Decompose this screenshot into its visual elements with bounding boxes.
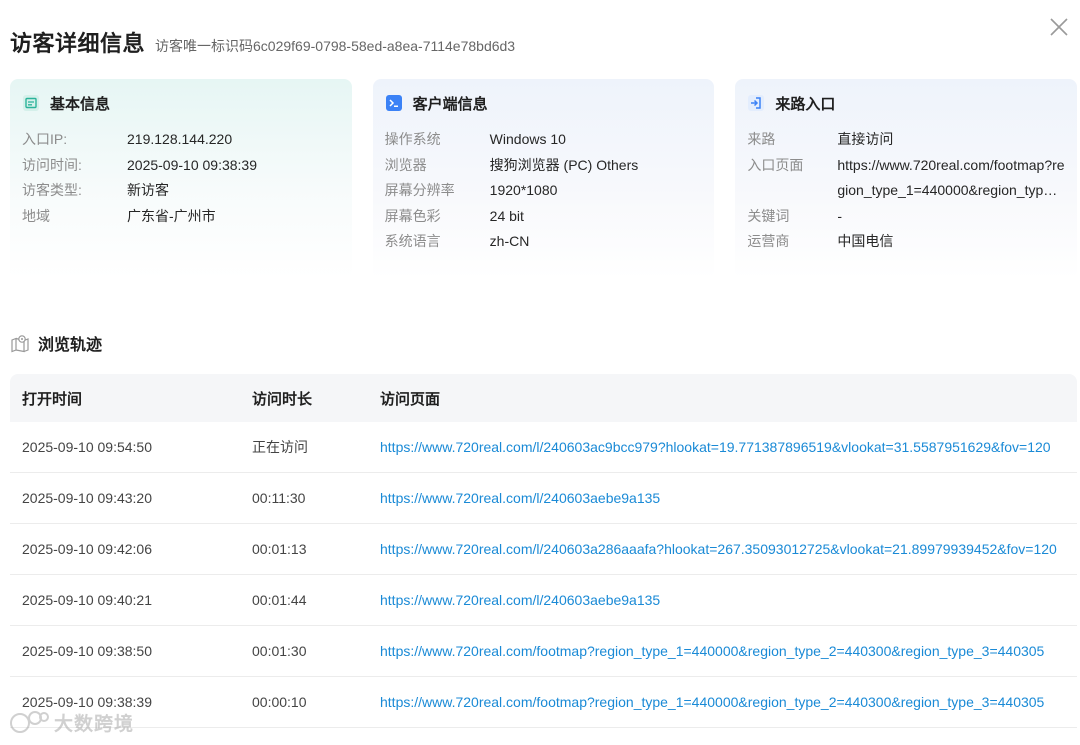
- client-info-header: 客户端信息: [385, 91, 703, 115]
- info-row: 屏幕色彩 24 bit: [385, 204, 703, 230]
- table-row: 2025-09-10 09:38:39 00:00:10 https://www…: [10, 677, 1077, 728]
- info-row: 浏览器 搜狗浏览器 (PC) Others: [385, 153, 703, 179]
- table-row: 2025-09-10 09:43:20 00:11:30 https://www…: [10, 473, 1077, 524]
- id-card-icon: [22, 94, 40, 112]
- terminal-icon: [385, 94, 403, 112]
- basic-info-title: 基本信息: [50, 95, 111, 113]
- entry-page-link[interactable]: https://www.720real.com/footmap?region_t…: [837, 153, 1065, 204]
- cell-page-link[interactable]: https://www.720real.com/footmap?region_t…: [368, 643, 1077, 659]
- watermark-text: 大数跨境: [54, 713, 135, 735]
- cell-page-link[interactable]: https://www.720real.com/l/240603a286aaaf…: [368, 541, 1077, 557]
- close-icon[interactable]: [1048, 16, 1070, 38]
- row-label: 运营商: [747, 233, 790, 250]
- column-page: 访问页面: [380, 390, 441, 408]
- cell-time: 2025-09-10 09:54:50: [22, 439, 152, 455]
- trail-section-header: 浏览轨迹: [10, 332, 102, 354]
- row-label: 来路: [747, 131, 776, 147]
- cell-duration: 00:11:30: [252, 490, 306, 506]
- info-cards: 基本信息 入口IP: 219.128.144.220 访问时间: 2025-09-1…: [10, 79, 1078, 279]
- cell-time: 2025-09-10 09:38:50: [22, 643, 152, 659]
- row-value: 新访客: [127, 182, 169, 199]
- info-row: 操作系统 Windows 10: [385, 127, 703, 153]
- row-label: 地域: [22, 207, 50, 224]
- source-info-header: 来路入口: [747, 91, 1065, 115]
- cell-duration: 00:01:30: [252, 643, 307, 659]
- map-pin-icon: [11, 335, 29, 353]
- trail-table: 打开时间 访问时长 访问页面 2025-09-10 09:54:50 正在访问 …: [10, 374, 1077, 728]
- row-label: 屏幕分辨率: [384, 182, 455, 199]
- table-row: 2025-09-10 09:40:21 00:01:44 https://www…: [10, 575, 1077, 626]
- row-value: 中国电信: [837, 233, 894, 250]
- table-row: 2025-09-10 09:54:50 正在访问 https://www.720…: [10, 422, 1077, 473]
- row-label: 入口IP:: [22, 131, 68, 147]
- cell-page-link[interactable]: https://www.720real.com/footmap?region_t…: [368, 694, 1077, 710]
- watermark-logo-icon: [10, 711, 49, 733]
- cell-time: 2025-09-10 09:43:20: [22, 490, 152, 506]
- visitor-id-label: 访客唯一标识码6c029f69-0798-58ed-a8ea-7114e78bd…: [155, 38, 516, 54]
- row-label: 屏幕色彩: [384, 207, 441, 224]
- watermark: 大数跨境: [8, 708, 134, 736]
- cell-time: 2025-09-10 09:42:06: [22, 541, 152, 557]
- info-row: 入口页面 https://www.720real.com/footmap?regi…: [747, 153, 1065, 204]
- source-info-title: 来路入口: [775, 95, 836, 113]
- info-row: 屏幕分辨率 1920*1080: [385, 178, 703, 204]
- row-label: 入口页面: [747, 156, 804, 173]
- row-value: Windows 10: [489, 131, 566, 147]
- info-row: 访客类型: 新访客: [22, 178, 340, 204]
- row-value: 24 bit: [489, 207, 524, 224]
- cell-duration: 00:01:13: [252, 541, 307, 557]
- basic-info-header: 基本信息: [22, 91, 340, 115]
- row-value: 219.128.144.220: [127, 131, 233, 147]
- info-row: 地域 广东省-广州市: [22, 204, 340, 230]
- row-value: 搜狗浏览器 (PC) Others: [489, 156, 639, 173]
- info-row: 系统语言 zh-CN: [385, 229, 703, 255]
- row-label: 浏览器: [384, 156, 427, 173]
- row-label: 访客类型:: [22, 182, 82, 199]
- cell-page-link[interactable]: https://www.720real.com/l/240603aebe9a13…: [368, 592, 1077, 608]
- login-icon: [747, 94, 765, 112]
- cell-duration: 00:01:44: [252, 592, 307, 608]
- cell-time: 2025-09-10 09:40:21: [22, 592, 152, 608]
- row-value: 2025-09-10 09:38:39: [127, 156, 257, 173]
- row-label: 访问时间:: [22, 156, 82, 173]
- dialog-header: 访客详细信息 访客唯一标识码6c029f69-0798-58ed-a8ea-71…: [10, 26, 515, 56]
- client-info-title: 客户端信息: [412, 95, 488, 113]
- info-row: 访问时间: 2025-09-10 09:38:39: [22, 153, 340, 179]
- row-label: 操作系统: [384, 131, 441, 147]
- dialog-title: 访客详细信息: [10, 31, 146, 56]
- table-row: 2025-09-10 09:38:50 00:01:30 https://www…: [10, 626, 1077, 677]
- table-row: 2025-09-10 09:42:06 00:01:13 https://www…: [10, 524, 1077, 575]
- row-value: 1920*1080: [489, 182, 558, 199]
- column-open-time: 打开时间: [22, 390, 83, 408]
- row-value: -: [837, 207, 843, 224]
- cell-page-link[interactable]: https://www.720real.com/l/240603aebe9a13…: [368, 490, 1077, 506]
- row-label: 系统语言: [384, 233, 441, 250]
- row-label: 关键词: [747, 207, 790, 224]
- row-value: 直接访问: [837, 131, 894, 147]
- cell-page-link[interactable]: https://www.720real.com/l/240603ac9bcc97…: [368, 439, 1077, 455]
- info-row: 来路 直接访问: [747, 127, 1065, 153]
- row-value: 广东省-广州市: [127, 207, 216, 224]
- client-info-card: 客户端信息 操作系统 Windows 10 浏览器 搜狗浏览器 (PC) Other…: [372, 79, 715, 279]
- row-value: zh-CN: [489, 233, 530, 250]
- info-row: 关键词 -: [747, 204, 1065, 230]
- table-header: 打开时间 访问时长 访问页面: [10, 374, 1077, 422]
- info-row: 运营商 中国电信: [747, 229, 1065, 255]
- column-duration: 访问时长: [252, 390, 313, 408]
- basic-info-card: 基本信息 入口IP: 219.128.144.220 访问时间: 2025-09-1…: [10, 79, 352, 279]
- cell-duration: 正在访问: [252, 439, 308, 455]
- trail-section-title: 浏览轨迹: [38, 337, 103, 354]
- cell-duration: 00:00:10: [252, 694, 307, 710]
- source-info-card: 来路入口 来路 直接访问 入口页面 https://www.720real.com/…: [735, 79, 1078, 279]
- info-row: 入口IP: 219.128.144.220: [22, 127, 340, 153]
